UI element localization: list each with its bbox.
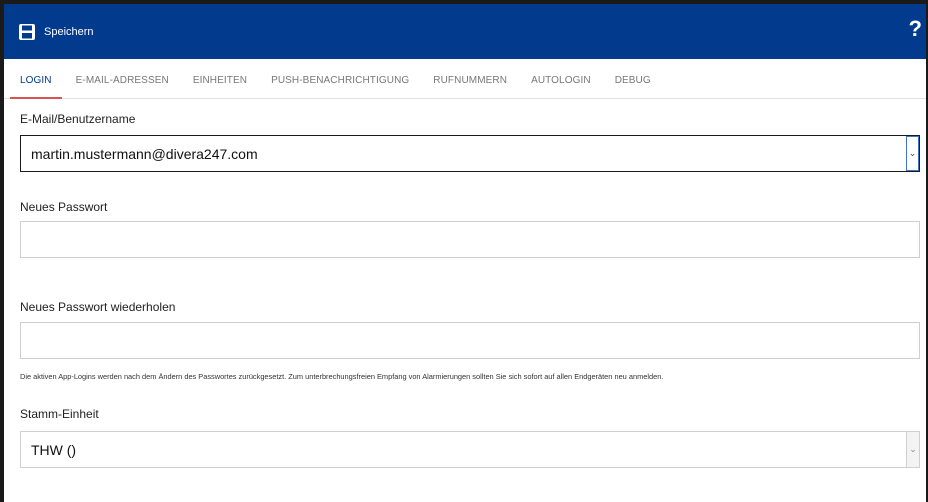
new-password-input[interactable] (20, 221, 920, 258)
tab-debug[interactable]: DEBUG (605, 75, 661, 99)
tab-units[interactable]: EINHEITEN (183, 75, 257, 99)
tab-push-notifications[interactable]: PUSH-BENACHRICHTIGUNG (261, 75, 419, 99)
floppy-disk-icon (18, 23, 36, 41)
tab-login[interactable]: LOGIN (10, 75, 62, 99)
username-select[interactable]: martin.mustermann@divera247.com ⌄ (20, 135, 920, 172)
username-label: E-Mail/Benutzername (20, 112, 136, 126)
help-icon[interactable]: ? (909, 18, 922, 40)
new-password-label: Neues Passwort (20, 200, 108, 214)
top-toolbar: Speichern ? (4, 4, 926, 59)
tab-phone-numbers[interactable]: RUFNUMMERN (423, 75, 517, 99)
repeat-password-input[interactable] (20, 322, 920, 359)
save-button-label: Speichern (44, 25, 94, 38)
app-window: Speichern ? LOGIN E-MAIL-ADRESSEN EINHEI… (0, 0, 928, 502)
password-hint-text: Die aktiven App-Logins werden nach dem Ä… (20, 372, 664, 381)
chevron-down-icon[interactable]: ⌄ (906, 432, 919, 467)
save-button[interactable]: Speichern (18, 23, 94, 41)
unit-value: THW () (31, 441, 77, 458)
tab-email-addresses[interactable]: E-MAIL-ADRESSEN (66, 75, 179, 99)
unit-select[interactable]: THW () ⌄ (20, 431, 920, 468)
tab-bar: LOGIN E-MAIL-ADRESSEN EINHEITEN PUSH-BEN… (4, 59, 926, 99)
username-value: martin.mustermann@divera247.com (31, 145, 258, 162)
unit-label: Stamm-Einheit (20, 407, 99, 421)
tab-autologin[interactable]: AUTOLOGIN (521, 75, 601, 99)
chevron-down-icon[interactable]: ⌄ (906, 136, 919, 171)
repeat-password-label: Neues Passwort wiederholen (20, 300, 176, 314)
